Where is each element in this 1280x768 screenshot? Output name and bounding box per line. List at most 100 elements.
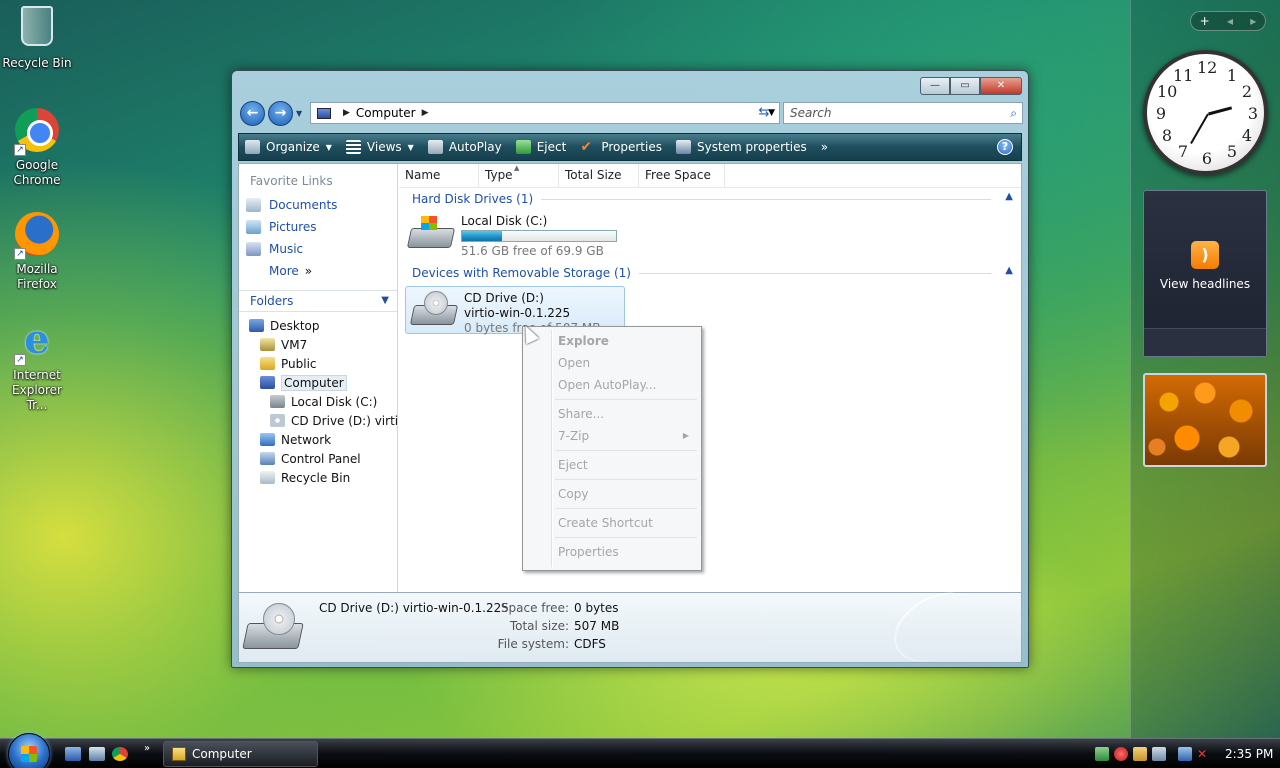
user-folder-icon (260, 338, 275, 351)
next-icon[interactable]: ▸ (1250, 14, 1256, 28)
chevron-down-icon[interactable]: ▼ (381, 295, 389, 306)
forward-button[interactable]: → (268, 101, 293, 126)
breadcrumb-arrow-icon[interactable]: ▶ (343, 108, 350, 118)
slideshow-gadget[interactable] (1143, 373, 1267, 467)
favorite-link-more[interactable]: More » (239, 260, 397, 282)
toolbar-overflow-button[interactable]: » (821, 140, 828, 154)
tree-item-cd-drive[interactable]: CD Drive (D:) virtio-win-0.1.225 (239, 411, 397, 430)
tree-item-public[interactable]: Public (239, 354, 397, 373)
eject-label: Eject (536, 140, 567, 154)
history-dropdown-icon[interactable]: ▼ (296, 109, 302, 118)
favorite-link-music[interactable]: Music (239, 238, 397, 260)
favorite-link-label: More (269, 264, 299, 278)
search-icon[interactable]: ⌕ (1010, 103, 1017, 123)
file-list-pane: Name ▲ Type Total Size Free Space Hard Di… (399, 164, 1021, 592)
start-button[interactable] (8, 733, 50, 768)
recycle-bin-icon (14, 6, 60, 52)
column-header-free-space[interactable]: Free Space (639, 164, 725, 187)
add-gadget-icon[interactable]: + (1200, 14, 1210, 28)
recycle-bin-icon (260, 471, 275, 484)
music-icon (246, 242, 261, 256)
menu-item-open[interactable]: Open (525, 352, 699, 374)
maximize-button[interactable]: ▭ (950, 77, 980, 95)
desktop-icon-chrome[interactable]: ↗ Google Chrome (0, 108, 74, 188)
show-desktop-icon[interactable] (65, 747, 81, 761)
tray-security-icon[interactable] (1133, 747, 1147, 761)
breadcrumb-computer[interactable]: Computer (356, 106, 416, 120)
tree-item-control-panel[interactable]: Control Panel (239, 449, 397, 468)
favorite-links-heading: Favorite Links (250, 174, 333, 188)
tray-network-icon[interactable] (1095, 747, 1109, 761)
view-headlines-label[interactable]: View headlines (1144, 277, 1266, 291)
system-properties-button[interactable]: System properties (675, 140, 807, 154)
favorite-link-documents[interactable]: Documents (239, 194, 397, 216)
tree-item-recycle-bin[interactable]: Recycle Bin (239, 468, 397, 487)
favorite-link-label: Music (269, 242, 304, 256)
tree-item-vm7[interactable]: VM7 (239, 335, 397, 354)
desktop-icon-internet-explorer[interactable]: e ↗ Internet Explorer Tr... (0, 318, 74, 413)
column-header-type[interactable]: ▲ Type (479, 164, 559, 187)
clock-time[interactable]: 2:35 PM (1225, 747, 1273, 761)
tray-error-icon[interactable] (1114, 747, 1128, 761)
eject-button[interactable]: Eject (515, 140, 567, 154)
favorite-link-pictures[interactable]: Pictures (239, 216, 397, 238)
close-button[interactable]: ✕ (980, 77, 1022, 95)
views-button[interactable]: Views ▼ (345, 140, 414, 154)
tray-display-icon[interactable] (1178, 747, 1192, 761)
taskbar: » Computer ✕ 2:35 PM (0, 733, 1280, 768)
group-header-hard-disk-drives[interactable]: Hard Disk Drives (1) ▲ (399, 188, 1021, 210)
column-header-total-size[interactable]: Total Size (559, 164, 639, 187)
clock-gadget[interactable]: 12 1 2 3 4 5 6 7 8 9 10 11 (1143, 50, 1268, 175)
collapse-icon[interactable]: ▲ (1005, 191, 1013, 202)
menu-separator (555, 450, 697, 451)
menu-item-copy[interactable]: Copy (525, 483, 699, 505)
folders-heading[interactable]: Folders ▼ (239, 290, 397, 312)
quick-launch-overflow-icon[interactable]: » (144, 743, 150, 754)
desktop-icon-recycle-bin[interactable]: Recycle Bin (0, 2, 74, 71)
help-icon[interactable]: ? (997, 139, 1013, 155)
desktop-icon-firefox[interactable]: ↗ Mozilla Firefox (0, 212, 74, 292)
collapse-icon[interactable]: ▲ (1005, 265, 1013, 276)
volume-muted-icon[interactable]: ✕ (1197, 747, 1211, 761)
menu-item-explore[interactable]: Explore (525, 330, 699, 352)
minimize-button[interactable]: — (920, 77, 950, 95)
capacity-bar (461, 230, 617, 242)
column-header-name[interactable]: Name (399, 164, 479, 187)
menu-item-create-shortcut[interactable]: Create Shortcut (525, 512, 699, 534)
menu-item-share[interactable]: Share... (525, 403, 699, 425)
tray-device-icon[interactable] (1152, 747, 1166, 761)
organize-button[interactable]: Organize ▼ (245, 140, 332, 154)
favorite-link-label: Documents (269, 198, 338, 212)
tree-item-label: Computer (281, 374, 347, 391)
menu-item-open-autoplay[interactable]: Open AutoPlay... (525, 374, 699, 396)
tree-item-label: Public (281, 356, 317, 371)
previous-icon[interactable]: ◂ (1227, 14, 1233, 28)
back-button[interactable]: ← (240, 101, 265, 126)
group-header-removable-storage[interactable]: Devices with Removable Storage (1) ▲ (399, 262, 1021, 284)
tree-item-local-disk[interactable]: Local Disk (C:) (239, 392, 397, 411)
folder-icon (260, 357, 275, 370)
address-bar[interactable]: ▶ Computer ▶ ▼ (310, 102, 780, 124)
tree-item-computer[interactable]: Computer (239, 373, 397, 392)
switch-windows-icon[interactable] (89, 747, 105, 761)
menu-item-7zip[interactable]: 7-Zip ▶ (525, 425, 699, 447)
feed-headlines-gadget[interactable]: ) View headlines (1143, 190, 1267, 357)
search-input[interactable]: Search ⌕ (783, 102, 1023, 124)
tree-item-desktop[interactable]: Desktop (239, 316, 397, 335)
refresh-icon[interactable]: ⇆ (754, 103, 774, 123)
properties-button[interactable]: ✔ Properties (580, 140, 662, 154)
autoplay-button[interactable]: AutoPlay (427, 140, 502, 154)
documents-icon (246, 198, 261, 212)
chrome-icon[interactable] (112, 747, 128, 761)
menu-item-properties[interactable]: Properties (525, 541, 699, 563)
favorite-link-label: Pictures (269, 220, 317, 234)
folder-icon (172, 747, 186, 761)
tree-item-network[interactable]: Network (239, 430, 397, 449)
drive-item-local-disk[interactable]: Local Disk (C:) 51.6 GB free of 69.9 GB (403, 210, 623, 258)
taskbar-button-computer[interactable]: Computer (163, 741, 318, 767)
breadcrumb-arrow-icon[interactable]: ▶ (422, 108, 429, 118)
autoplay-icon (427, 140, 443, 154)
double-chevron-icon: » (304, 264, 313, 278)
menu-item-eject[interactable]: Eject (525, 454, 699, 476)
internet-explorer-icon: e ↗ (14, 318, 60, 366)
